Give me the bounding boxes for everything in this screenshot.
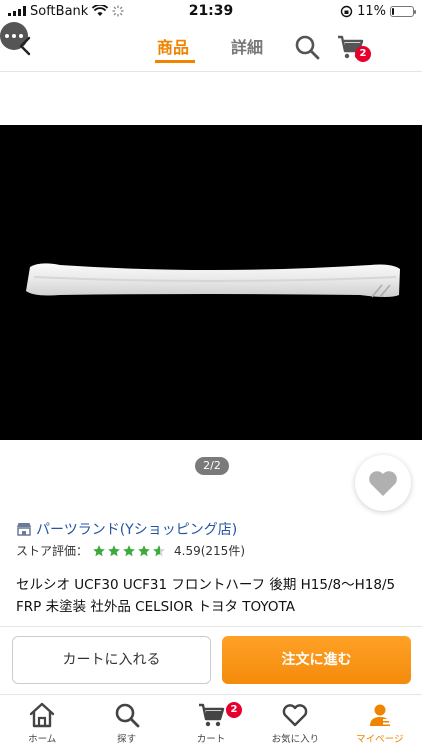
heart-icon — [369, 471, 397, 496]
product-image[interactable] — [0, 125, 422, 440]
person-icon — [369, 704, 392, 726]
star-icon — [93, 544, 105, 556]
status-bar: SoftBank 21:39 11% — [0, 0, 422, 22]
product-header: 商品 詳細 2 — [0, 22, 422, 72]
rating-label: ストア評価： — [16, 544, 89, 558]
tabbar-home[interactable]: ホーム — [0, 695, 84, 750]
battery-percent: 11% — [357, 3, 386, 19]
search-icon — [115, 703, 140, 728]
tabbar-search[interactable]: 探す — [84, 695, 168, 750]
star-icon — [138, 544, 150, 556]
back-icon[interactable] — [14, 34, 38, 58]
orientation-lock-icon — [340, 5, 353, 17]
cart-count-badge: 2 — [226, 702, 242, 718]
image-page-indicator: 2/2 — [195, 457, 229, 475]
rating-stars — [92, 544, 166, 558]
star-icon — [123, 544, 135, 556]
tabbar-label: カート — [196, 734, 226, 745]
heart-icon — [283, 704, 308, 727]
store-rating: ストア評価： 4.59(215件) — [16, 542, 245, 559]
cart-count-badge: 2 — [355, 46, 371, 62]
status-right: 11% — [340, 3, 416, 19]
bottom-tab-bar: ホーム 探す カート お気に入り マイページ — [0, 694, 422, 750]
star-icon — [153, 544, 165, 556]
tabbar-label: お気に入り — [271, 734, 320, 745]
tabbar-label: 探す — [117, 734, 137, 745]
tabbar-mypage[interactable]: マイページ — [338, 695, 422, 750]
cart-icon — [199, 703, 225, 727]
tabbar-label: ホーム — [28, 734, 57, 745]
store-name[interactable]: パーツランド(Yショッピング店) — [36, 519, 237, 539]
tab-product[interactable]: 商品 — [157, 34, 189, 58]
star-icon — [108, 544, 120, 556]
battery-icon — [390, 5, 416, 17]
tabbar-cart[interactable]: カート — [169, 695, 253, 750]
home-icon — [30, 702, 55, 728]
store-link[interactable]: パーツランド(Yショッピング店) — [16, 519, 237, 539]
active-tab-indicator — [155, 60, 195, 63]
add-to-cart-button[interactable]: カートに入れる — [12, 636, 211, 684]
purchase-action-bar: カートに入れる 注文に進む — [0, 626, 422, 694]
rating-value: 4.59(215件) — [174, 544, 246, 558]
proceed-to-order-button[interactable]: 注文に進む — [222, 636, 411, 684]
favorite-button[interactable] — [355, 455, 411, 511]
front-lip-spoiler-image — [26, 263, 400, 298]
tab-detail[interactable]: 詳細 — [231, 34, 263, 58]
tabbar-label: マイページ — [356, 734, 404, 745]
store-icon — [17, 523, 31, 536]
product-title: セルシオ UCF30 UCF31 フロントハーフ 後期 H15/8〜H18/5 … — [16, 577, 396, 615]
search-icon[interactable] — [293, 33, 321, 61]
tabbar-favorites[interactable]: お気に入り — [253, 695, 337, 750]
